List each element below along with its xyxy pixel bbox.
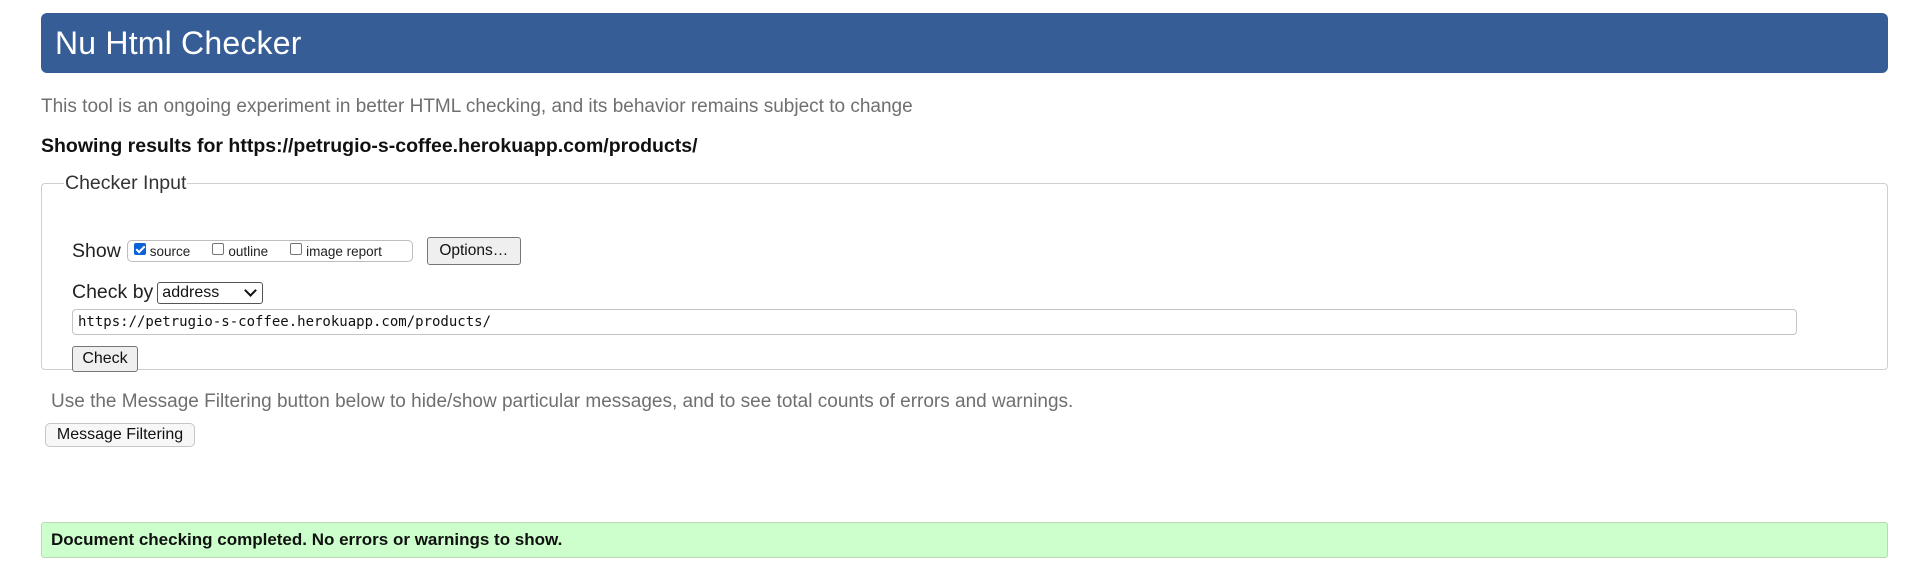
show-options-group: source outline image report: [126, 240, 413, 262]
check-by-label: Check by: [72, 281, 154, 303]
intro-text: This tool is an ongoing experiment in be…: [41, 96, 913, 117]
options-button[interactable]: Options…: [426, 237, 521, 265]
url-input[interactable]: https://petrugio-s-coffee.herokuapp.com/…: [72, 309, 1797, 335]
show-option-outline[interactable]: outline: [212, 243, 269, 259]
outline-label: outline: [228, 243, 269, 259]
show-row: Show source outline image report Options…: [72, 237, 521, 265]
header-bar: Nu Html Checker: [41, 13, 1888, 73]
check-button[interactable]: Check: [72, 346, 138, 372]
results-heading: Showing results for https://petrugio-s-c…: [41, 135, 698, 157]
status-success-banner: Document checking completed. No errors o…: [41, 522, 1888, 558]
message-filtering-note: Use the Message Filtering button below t…: [51, 391, 1074, 412]
chevron-down-icon: [244, 284, 258, 297]
image-report-checkbox[interactable]: [290, 243, 303, 255]
show-option-source[interactable]: source: [133, 243, 191, 259]
message-filtering-button[interactable]: Message Filtering: [45, 423, 195, 447]
page-title: Nu Html Checker: [55, 24, 302, 61]
checker-input-legend: Checker Input: [65, 172, 187, 194]
image-report-label: image report: [306, 243, 382, 259]
check-by-row: Check by address: [72, 281, 264, 304]
check-by-select[interactable]: address: [157, 281, 264, 304]
source-label: source: [149, 243, 191, 259]
page: Nu Html Checker This tool is an ongoing …: [0, 0, 1929, 569]
outline-checkbox[interactable]: [212, 243, 225, 255]
show-option-image-report[interactable]: image report: [290, 243, 382, 259]
show-label: Show: [72, 239, 121, 262]
checker-input-fieldset: Checker Input Show source outline image …: [41, 172, 1888, 372]
source-checkbox[interactable]: [133, 243, 146, 255]
check-by-value: address: [162, 283, 220, 301]
